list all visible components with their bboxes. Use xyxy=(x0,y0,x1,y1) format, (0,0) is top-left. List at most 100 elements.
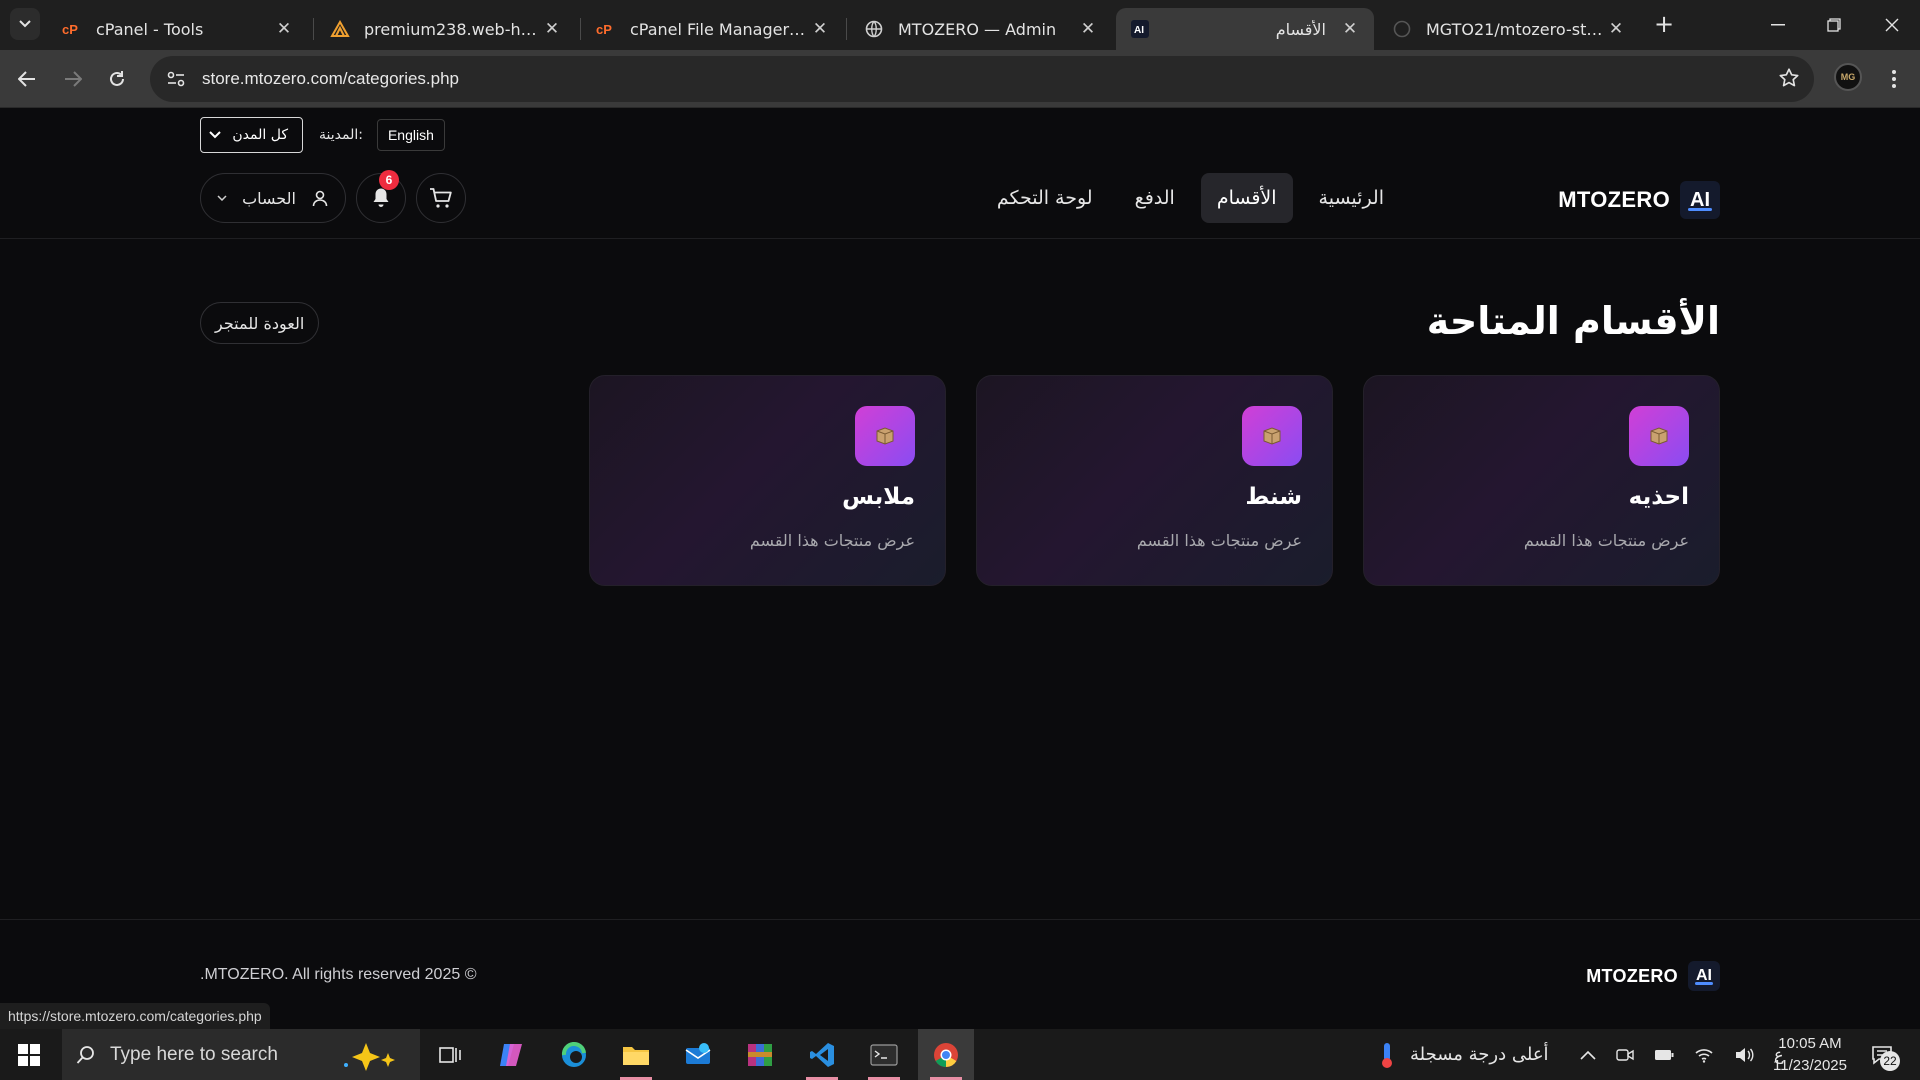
arrow-right-icon xyxy=(65,71,82,87)
restore-button[interactable] xyxy=(1814,10,1854,40)
category-grid: احذيه عرض منتجات هذا القسم شنط عرض منتجا… xyxy=(589,375,1720,586)
notification-center-button[interactable]: 22 xyxy=(1862,1039,1902,1071)
account-menu-button[interactable]: الحساب xyxy=(200,173,346,223)
category-description: عرض منتجات هذا القسم xyxy=(1523,531,1689,550)
chrome-icon xyxy=(934,1042,958,1067)
cpanel-icon: cP xyxy=(62,19,82,39)
footer-copyright: .MTOZERO. All rights reserved 2025 © xyxy=(200,966,477,983)
folder-icon xyxy=(623,1046,649,1065)
close-icon[interactable]: ✕ xyxy=(274,19,294,39)
task-view-button[interactable] xyxy=(422,1029,478,1080)
taskbar-clock[interactable]: 10:05 AM 11/23/2025 xyxy=(1770,1033,1850,1077)
city-select[interactable]: كل المدن xyxy=(200,117,303,153)
nav-categories[interactable]: الأقسام xyxy=(1200,173,1293,223)
winrar-app[interactable] xyxy=(732,1029,788,1080)
terminal-app[interactable] xyxy=(856,1029,912,1080)
chevron-up-icon[interactable] xyxy=(1580,1050,1596,1060)
bell-icon xyxy=(373,188,389,207)
page-title: الأقسام المتاحة xyxy=(1426,299,1720,343)
box-icon xyxy=(1629,406,1689,466)
close-icon[interactable]: ✕ xyxy=(542,19,562,39)
category-description: عرض منتجات هذا القسم xyxy=(1136,531,1302,550)
nav-home[interactable]: الرئيسية xyxy=(1303,173,1400,223)
copilot-sparkle-icon xyxy=(344,1043,395,1071)
user-icon xyxy=(312,190,328,207)
minimize-button[interactable] xyxy=(1758,10,1798,40)
cart-button[interactable] xyxy=(416,173,466,223)
weather-widget[interactable]: أعلى درجة مسجلة xyxy=(1378,1029,1549,1080)
site-logo[interactable]: MTOZERO AI xyxy=(1558,181,1720,219)
link-status-bar: https://store.mtozero.com/categories.php xyxy=(0,1003,270,1029)
category-card[interactable]: احذيه عرض منتجات هذا القسم xyxy=(1363,375,1720,586)
chrome-app[interactable] xyxy=(918,1029,974,1080)
browser-tab-bar: cP cPanel - Tools ✕ premium238.web-hosti… xyxy=(0,0,1920,50)
copilot-app[interactable] xyxy=(484,1029,540,1080)
category-card[interactable]: ملابس عرض منتجات هذا القسم xyxy=(589,375,946,586)
logo-mark-icon: AI xyxy=(1688,961,1720,991)
top-utility-bar: كل المدن المدينة: English xyxy=(200,117,445,153)
nav-payment[interactable]: الدفع xyxy=(1119,173,1191,223)
header-divider xyxy=(0,238,1920,239)
close-icon[interactable]: ✕ xyxy=(1078,19,1098,39)
volume-icon[interactable] xyxy=(1734,1047,1754,1063)
back-to-store-button[interactable]: العودة للمتجر xyxy=(200,302,320,344)
start-button[interactable] xyxy=(0,1029,58,1080)
archive-icon xyxy=(748,1043,772,1066)
file-explorer-app[interactable] xyxy=(608,1029,664,1080)
language-button[interactable]: English xyxy=(376,119,445,151)
more-vertical-icon xyxy=(1892,70,1896,88)
windows-taskbar: Type here to search أعلى درجة مسجلة ع 10… xyxy=(0,1029,1920,1080)
tab-cpanel-file-manager[interactable]: cP cPanel File Manager v3 ✕ xyxy=(582,8,844,50)
footer-divider xyxy=(0,919,1920,920)
battery-icon[interactable] xyxy=(1654,1049,1674,1061)
vscode-icon xyxy=(810,1042,834,1067)
notifications-button[interactable]: 6 xyxy=(356,170,406,223)
taskbar-search[interactable]: Type here to search xyxy=(62,1029,420,1080)
logo-mark-icon: AI xyxy=(1680,181,1720,219)
tab-mtozero-admin[interactable]: MTOZERO — Admin ✕ xyxy=(850,8,1112,50)
system-tray: ع xyxy=(1580,1029,1784,1080)
address-bar[interactable]: store.mtozero.com/categories.php xyxy=(150,56,1814,102)
edge-icon xyxy=(561,1041,586,1067)
browser-menu-button[interactable] xyxy=(1880,64,1908,94)
close-icon xyxy=(1885,18,1899,32)
arrow-left-icon xyxy=(18,71,35,87)
minimize-icon xyxy=(1771,24,1785,26)
profile-avatar[interactable]: MG xyxy=(1834,63,1862,91)
restore-icon xyxy=(1827,18,1841,32)
main-navigation: الرئيسية الأقسام الدفع لوحة التحكم xyxy=(971,173,1400,223)
edge-app[interactable] xyxy=(546,1029,602,1080)
mail-app[interactable] xyxy=(670,1029,726,1080)
svg-text:AI: AI xyxy=(1134,25,1144,36)
back-button[interactable] xyxy=(12,64,42,94)
chevron-down-icon xyxy=(217,195,227,201)
site-info-icon[interactable] xyxy=(156,59,196,99)
close-icon[interactable]: ✕ xyxy=(1606,19,1626,39)
tab-categories[interactable]: AI الأقسام ✕ xyxy=(1116,8,1374,50)
tab-web-hosting[interactable]: premium238.web-hosting.c ✕ xyxy=(316,8,576,50)
plus-icon: + xyxy=(1653,10,1675,38)
close-icon[interactable]: ✕ xyxy=(810,19,830,39)
footer-logo[interactable]: MTOZERO AI xyxy=(1586,961,1720,991)
close-window-button[interactable] xyxy=(1872,10,1912,40)
category-card[interactable]: شنط عرض منتجات هذا القسم xyxy=(976,375,1333,586)
bookmark-star-icon[interactable] xyxy=(1778,67,1800,93)
nav-dashboard[interactable]: لوحة التحكم xyxy=(981,173,1109,223)
vscode-app[interactable] xyxy=(794,1029,850,1080)
reload-button[interactable] xyxy=(102,64,132,94)
meet-now-icon[interactable] xyxy=(1616,1047,1634,1063)
url-text: store.mtozero.com/categories.php xyxy=(202,69,460,88)
forward-button[interactable] xyxy=(58,64,88,94)
header-actions: الحساب 6 xyxy=(200,170,466,223)
tab-cpanel-tools[interactable]: cP cPanel - Tools ✕ xyxy=(48,8,308,50)
category-name: ملابس xyxy=(842,484,915,510)
close-icon[interactable]: ✕ xyxy=(1340,19,1360,39)
tab-search-button[interactable] xyxy=(10,8,40,40)
github-icon xyxy=(1392,19,1412,39)
wifi-icon[interactable] xyxy=(1694,1047,1714,1063)
tab-separator xyxy=(846,18,847,40)
svg-text:cP: cP xyxy=(596,22,612,36)
tab-github-repo[interactable]: MGTO21/mtozero-store ✕ xyxy=(1378,8,1640,50)
globe-icon xyxy=(864,19,884,39)
new-tab-button[interactable]: + xyxy=(1652,10,1676,38)
